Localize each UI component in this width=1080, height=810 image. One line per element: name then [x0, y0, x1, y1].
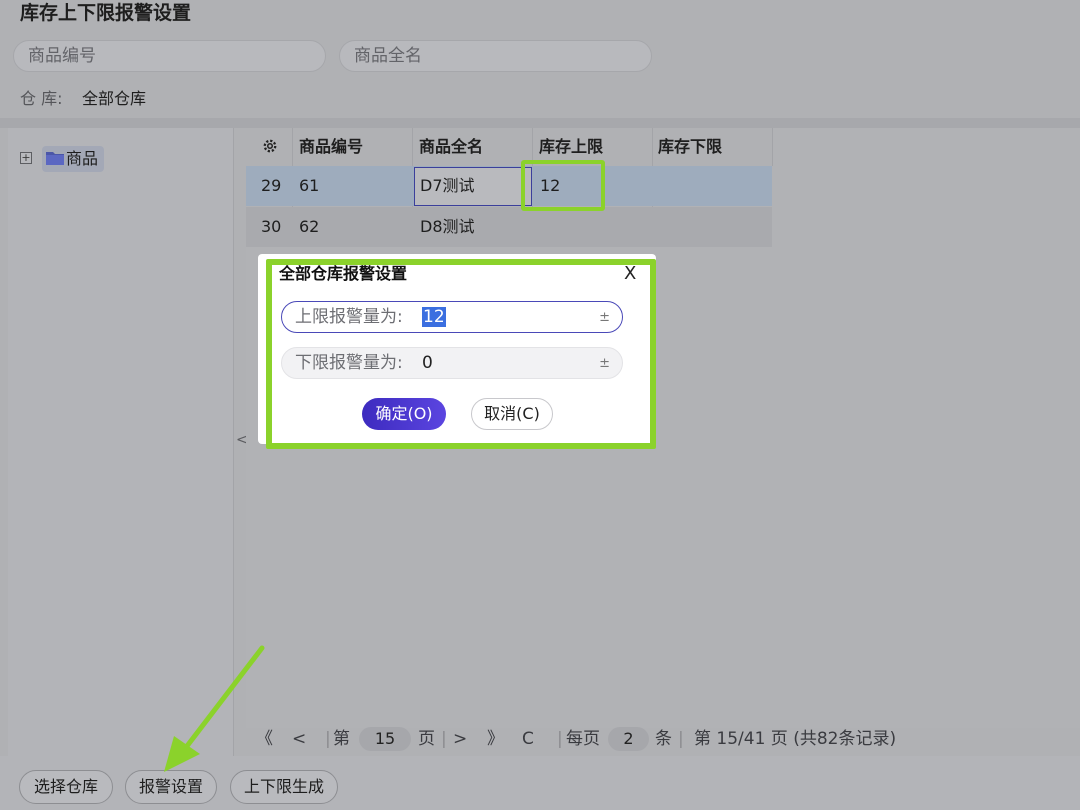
per-page-input[interactable]: 2 [608, 727, 649, 751]
pager-separator: | [678, 729, 684, 749]
pager-separator: | [557, 729, 563, 749]
page-number-input[interactable]: 15 [359, 727, 411, 751]
column-divider [772, 128, 773, 166]
header-product-name[interactable]: 商品全名 [419, 128, 483, 166]
divider [0, 118, 1080, 128]
next-page-icon[interactable]: > [453, 727, 467, 751]
select-warehouse-button[interactable]: 选择仓库 [19, 770, 113, 804]
page-title: 库存上下限报警设置 [20, 2, 192, 24]
page-prefix: 第 [333, 729, 350, 749]
header-product-code[interactable]: 商品编号 [299, 128, 363, 166]
cell-product-code[interactable]: 62 [299, 207, 319, 247]
cell-product-name[interactable]: D7测试 [420, 166, 475, 206]
prev-page-icon[interactable]: < [292, 727, 306, 751]
highlight-box [521, 160, 605, 211]
header-stock-lower[interactable]: 库存下限 [658, 128, 722, 166]
row-index: 30 [261, 217, 282, 236]
row-index: 29 [261, 176, 282, 195]
pager-separator: | [441, 729, 447, 749]
highlight-box [266, 259, 656, 449]
last-page-icon[interactable]: 》 [487, 727, 504, 751]
tree-node-label: 商品 [66, 149, 99, 168]
pager-summary: 第 15/41 页 (共82条记录) [694, 729, 897, 749]
cell-product-code[interactable]: 61 [299, 166, 319, 206]
product-name-input[interactable]: 商品全名 [339, 40, 652, 72]
gear-icon[interactable] [261, 137, 279, 155]
per-page-suffix: 条 [655, 729, 672, 749]
folder-icon [46, 152, 64, 165]
per-page-prefix: 每页 [566, 729, 600, 749]
refresh-icon[interactable]: C [522, 727, 534, 751]
cell-product-name[interactable]: D8测试 [420, 207, 475, 247]
annotation-arrow-icon [164, 645, 265, 772]
table-row[interactable] [246, 207, 772, 247]
product-code-input[interactable]: 商品编号 [13, 40, 326, 72]
page-suffix: 页 [418, 729, 435, 749]
warehouse-label: 仓 库: [20, 89, 63, 108]
product-name-placeholder: 商品全名 [354, 46, 422, 66]
pager-separator: | [325, 729, 331, 749]
expand-icon[interactable]: + [20, 152, 32, 164]
warehouse-value[interactable]: 全部仓库 [82, 89, 146, 109]
product-code-placeholder: 商品编号 [28, 46, 96, 66]
